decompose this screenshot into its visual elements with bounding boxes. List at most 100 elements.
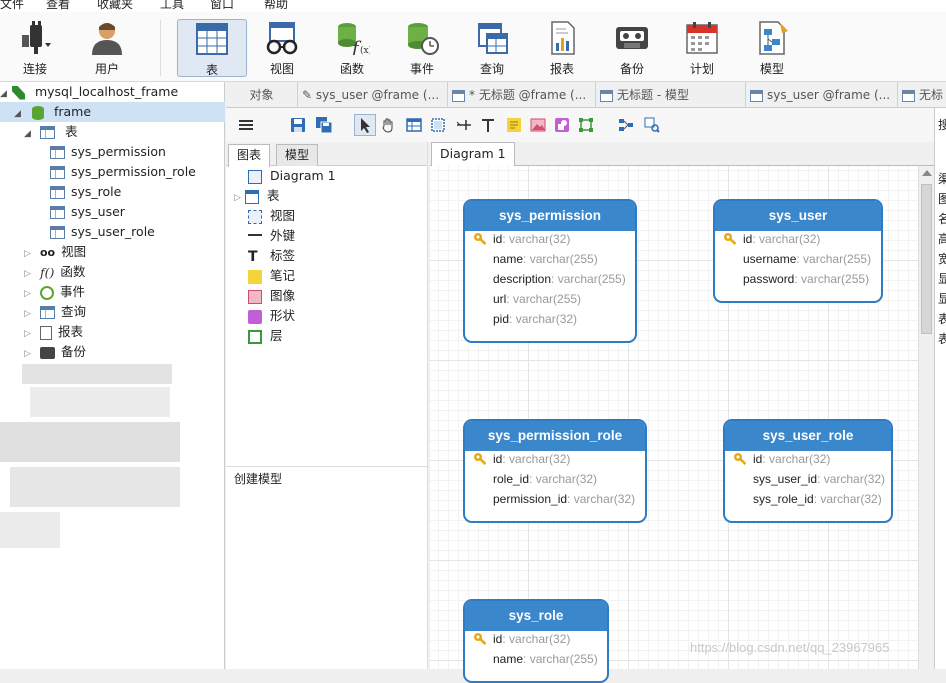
- tree-table-item[interactable]: sys_user_role: [50, 222, 155, 242]
- menu-view[interactable]: 查看: [46, 0, 70, 12]
- foreign-key-icon[interactable]: [456, 117, 472, 133]
- entity-field[interactable]: name: varchar(255): [465, 249, 635, 269]
- foreign-keys-item[interactable]: 外键: [248, 226, 295, 246]
- entity-sys-role[interactable]: sys_role id: varchar(32) name: varchar(2…: [463, 599, 609, 683]
- model-button[interactable]: 模型: [737, 19, 807, 77]
- tree-tables-group[interactable]: ◢ 表: [24, 122, 77, 142]
- views-item[interactable]: 视图: [248, 206, 295, 226]
- entity-field[interactable]: id: varchar(32): [725, 449, 891, 469]
- entity-sys-permission[interactable]: sys_permission id: varchar(32) name: var…: [463, 199, 637, 343]
- expand-arrow-icon[interactable]: ▷: [24, 264, 36, 284]
- connect-button[interactable]: 连接: [0, 19, 70, 77]
- shape-icon[interactable]: [554, 117, 570, 133]
- menu-window[interactable]: 窗口: [210, 0, 234, 12]
- label-icon[interactable]: [480, 117, 496, 133]
- entity-field[interactable]: url: varchar(255): [465, 289, 635, 309]
- layers-item[interactable]: 层: [248, 326, 283, 346]
- user-button[interactable]: 用户: [72, 19, 142, 77]
- entity-field[interactable]: id: varchar(32): [465, 449, 645, 469]
- menu-favorites[interactable]: 收藏夹: [97, 0, 133, 12]
- tab-model[interactable]: 模型: [276, 144, 319, 166]
- tab-untitled-model[interactable]: 无标题 - 模型: [596, 82, 746, 108]
- tables-item[interactable]: ▷ 表: [234, 186, 279, 206]
- entity-field[interactable]: id: varchar(32): [465, 229, 635, 249]
- tab-untitled-query[interactable]: * 无标题 @frame (...: [448, 82, 596, 108]
- expand-arrow-icon[interactable]: ▷: [24, 284, 36, 304]
- add-view-icon[interactable]: [430, 117, 446, 133]
- entity-field[interactable]: description: varchar(255): [465, 269, 635, 289]
- expand-arrow-icon[interactable]: ▷: [24, 304, 36, 324]
- entity-field[interactable]: username: varchar(255): [715, 249, 881, 269]
- save-icon[interactable]: [290, 117, 306, 133]
- backup-button[interactable]: 备份: [597, 19, 667, 77]
- tree-table-item[interactable]: sys_permission_role: [50, 162, 196, 182]
- expand-arrow-icon[interactable]: ▷: [234, 193, 241, 203]
- entity-field[interactable]: id: varchar(32): [715, 229, 881, 249]
- entity-field[interactable]: sys_user_id: varchar(32): [725, 469, 891, 489]
- auto-layout-icon[interactable]: [618, 117, 634, 133]
- view-button[interactable]: 视图: [247, 19, 317, 77]
- entity-sys-user-role[interactable]: sys_user_role id: varchar(32) sys_user_i…: [723, 419, 893, 523]
- image-icon[interactable]: [530, 117, 546, 133]
- tab-objects[interactable]: 对象: [226, 82, 298, 108]
- pointer-tool[interactable]: [354, 114, 376, 136]
- expand-arrow-icon[interactable]: ▷: [24, 324, 36, 344]
- menu-help[interactable]: 帮助: [264, 0, 288, 12]
- tree-connection[interactable]: ◢ mysql_localhost_frame: [0, 82, 178, 102]
- save-as-icon[interactable]: [316, 117, 333, 134]
- tree-table-item[interactable]: sys_role: [50, 182, 121, 202]
- notes-item[interactable]: 笔记: [248, 266, 295, 286]
- search-label[interactable]: 搜: [938, 116, 946, 133]
- entity-field[interactable]: role_id: varchar(32): [465, 469, 645, 489]
- labels-item[interactable]: T 标签: [248, 246, 295, 266]
- tree-queries-group[interactable]: ▷ 查询: [24, 302, 86, 322]
- entity-field[interactable]: permission_id: varchar(32): [465, 489, 645, 509]
- hand-icon[interactable]: [380, 117, 396, 133]
- tree-functions-group[interactable]: ▷ f() 函数: [24, 262, 85, 282]
- entity-sys-permission-role[interactable]: sys_permission_role id: varchar(32) role…: [463, 419, 647, 523]
- tree-views-group[interactable]: ▷ oo 视图: [24, 242, 86, 262]
- event-button[interactable]: 事件: [387, 19, 457, 77]
- menu-tools[interactable]: 工具: [160, 0, 184, 12]
- tree-database[interactable]: ◢ frame: [0, 102, 225, 122]
- scroll-up-icon[interactable]: [922, 170, 932, 176]
- tab-sys-user-table[interactable]: sys_user @frame (...: [746, 82, 898, 108]
- entity-field[interactable]: name: varchar(255): [465, 649, 607, 669]
- entity-field[interactable]: pid: varchar(32): [465, 309, 635, 329]
- scroll-thumb[interactable]: [921, 184, 932, 334]
- tree-backups-group[interactable]: ▷ 备份: [24, 342, 86, 362]
- entity-sys-user[interactable]: sys_user id: varchar(32) username: varch…: [713, 199, 883, 303]
- add-table-icon[interactable]: [406, 117, 422, 133]
- tree-reports-group[interactable]: ▷ 报表: [24, 322, 83, 342]
- table-button[interactable]: 表: [177, 19, 247, 77]
- collapse-arrow-icon[interactable]: ◢: [24, 124, 36, 144]
- layer-icon[interactable]: [578, 117, 594, 133]
- tree-table-item[interactable]: sys_user: [50, 202, 125, 222]
- canvas-scrollbar[interactable]: [918, 166, 934, 669]
- tree-events-group[interactable]: ▷ 事件: [24, 282, 85, 302]
- menu-file[interactable]: 文件: [0, 0, 24, 12]
- menu-icon[interactable]: [238, 117, 254, 133]
- schedule-button[interactable]: 计划: [667, 19, 737, 77]
- entity-field[interactable]: id: varchar(32): [465, 629, 607, 649]
- entity-field[interactable]: password: varchar(255): [715, 269, 881, 289]
- shapes-item[interactable]: 形状: [248, 306, 295, 326]
- expand-arrow-icon[interactable]: ▷: [24, 244, 36, 264]
- report-button[interactable]: 报表: [527, 19, 597, 77]
- tab-untitled-more[interactable]: 无标: [898, 82, 946, 108]
- tab-diagram[interactable]: 图表: [228, 144, 271, 167]
- images-item[interactable]: 图像: [248, 286, 295, 306]
- collapse-arrow-icon[interactable]: ◢: [14, 104, 28, 124]
- function-button[interactable]: f(x) 函数: [317, 19, 387, 77]
- expand-arrow-icon[interactable]: ▷: [24, 344, 36, 364]
- note-icon[interactable]: [506, 117, 522, 133]
- collapse-arrow-icon[interactable]: ◢: [0, 84, 8, 104]
- tree-table-item[interactable]: sys_permission: [50, 142, 166, 162]
- tab-diagram-1[interactable]: Diagram 1: [431, 142, 515, 167]
- query-button[interactable]: 查询: [457, 19, 527, 77]
- diagram-canvas[interactable]: sys_permission id: varchar(32) name: var…: [430, 166, 918, 683]
- tab-sys-user-query[interactable]: ✎ sys_user @frame (...: [298, 82, 448, 108]
- zoom-icon[interactable]: [644, 117, 660, 133]
- diagram-item[interactable]: Diagram 1: [248, 166, 336, 186]
- entity-field[interactable]: sys_role_id: varchar(32): [725, 489, 891, 509]
